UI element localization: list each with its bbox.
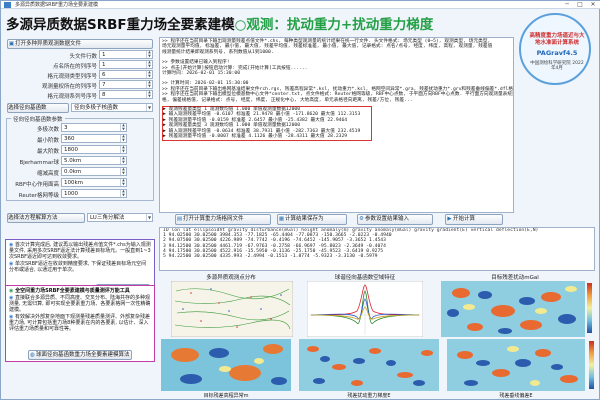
- gradient-svg: [299, 339, 439, 391]
- rbf-type-select[interactable]: 径向多极子核函数 ▼: [71, 103, 153, 112]
- observation-map-svg: [170, 280, 294, 338]
- open-result-button[interactable]: ▤打开计算重力场格网文件: [175, 214, 271, 225]
- param-label: Reuter格网等级: [18, 193, 59, 199]
- help-text: 有效解决外部复杂地面下观测量残差质量测评、外部复杂残差重力场, 可计算包括重力场…: [9, 314, 150, 332]
- row-label: 点名所在的列序号: [52, 64, 97, 70]
- algorithm-button[interactable]: ◍球面径向基函数重力场全要素建模算法: [28, 350, 132, 360]
- title-sub: 观测：扰动重力+扰动重力梯度: [246, 17, 434, 33]
- panel-title: 残差垂线偏差E: [499, 393, 533, 399]
- open-result-label: 打开计算重力场格网文件: [183, 216, 244, 222]
- colorbar: [589, 341, 594, 389]
- panel-title: 目标残差高程异常m: [203, 393, 249, 399]
- logo-line1: 高精度重力场逼近与大地水准面计算系统: [529, 33, 585, 46]
- deflection-map: [447, 339, 585, 391]
- folder-icon: ▣: [8, 41, 15, 47]
- logo: 高精度重力场逼近与大地水准面计算系统 PAGravf4.5 中国测绘科学研究院 …: [519, 13, 591, 85]
- bjerhammar-input[interactable]: 5.0km ▲ ▼: [61, 156, 127, 165]
- residual-gravity-map: [441, 281, 585, 337]
- close-button[interactable]: ✕: [587, 1, 599, 9]
- result-table[interactable]: ID lon lat ellipsoidht gravity disturban…: [159, 227, 595, 271]
- type-col-input[interactable]: 6 ▲ ▼: [99, 70, 153, 79]
- rbf-kernel-svg: [306, 280, 424, 338]
- gradient-map: [299, 339, 439, 391]
- colorbar: [587, 283, 592, 333]
- minimize-button[interactable]: ─: [561, 1, 573, 9]
- maximize-button[interactable]: □: [574, 1, 586, 9]
- residual-gravity-svg: [441, 281, 585, 337]
- param-label: 缩减高度: [36, 171, 59, 177]
- reduce-height-input[interactable]: 0.0km ▲ ▼: [61, 167, 127, 176]
- height-anomaly-svg: [161, 339, 291, 391]
- gear-icon: ⚙: [359, 216, 364, 222]
- param-label: Bjerhammar球: [19, 160, 59, 166]
- params-input-label: 参数设置结果输入: [365, 216, 410, 222]
- app-icon: [4, 2, 11, 8]
- open-data-label: 打开多种异质观测数据文件: [15, 41, 82, 47]
- folder-icon: ▤: [176, 216, 183, 222]
- help-text: 单次SRBF逼近在收敛到精度要求, 下保证残差目标场元空间分布或适合, 以通过用…: [9, 261, 147, 273]
- start-compute-button[interactable]: ▶开始计算: [445, 214, 503, 225]
- row-label: 格元观测类型列序号: [47, 74, 97, 80]
- multipole-order-input[interactable]: 3 ▲ ▼: [61, 123, 127, 132]
- start-compute-label: 开始计算: [453, 216, 476, 222]
- help-text: 首次计算完成后, 建议再以输出残差点值文件*.chs为输入观测量文件, 采用多次…: [9, 242, 151, 260]
- series-col-input[interactable]: 8 ▲ ▼: [99, 90, 153, 99]
- param-label: 最小阶数: [36, 138, 59, 144]
- height-anomaly-map: [161, 339, 291, 391]
- rbf-kernel-plot: [306, 280, 424, 338]
- param-group-title: 径向径向基函数参数: [11, 115, 65, 123]
- row-label: 格元观测系列号序号: [47, 94, 97, 100]
- stats-block: ▶ 观测残差量类型 1 观测数均值 1.000 单值观测量数据12000 ▶ 输…: [162, 106, 372, 141]
- title-sep: ○: [234, 17, 247, 33]
- logo-version: PAGravf4.5: [536, 49, 578, 57]
- globe-icon: ◍: [30, 352, 35, 358]
- globe-icon: ◉: [9, 288, 14, 294]
- stats-line: ▶ 残差观测量平均值 -0.0007 标准差 4.1126 最小值 -28.43…: [163, 134, 348, 140]
- solver-select[interactable]: LU三角分解法 ▼: [87, 213, 153, 222]
- reuter-level-input[interactable]: 1000 ▲ ▼: [61, 189, 127, 198]
- row-label: 头文件行数: [69, 54, 97, 60]
- param-label: RBF中心作用面高: [15, 182, 59, 188]
- param-label: 最大阶数: [36, 149, 59, 155]
- weight-col-input[interactable]: 7 ▲ ▼: [99, 80, 153, 89]
- max-degree-input[interactable]: 1800 ▲ ▼: [61, 145, 127, 154]
- panel-title: 球谐径向基函数空域特征: [334, 275, 396, 281]
- select-solver-button[interactable]: 选择法方程解算方法: [7, 213, 85, 223]
- panel-title: 残差扰动重力梯度E: [347, 393, 391, 399]
- help-title: 全空间重力场SRBF全要素建模与质量测评万能工具: [15, 288, 130, 294]
- title-bar: 多源异质数据SRBF重力场全要素建模 ─ □ ✕: [1, 1, 600, 9]
- window-title: 多源异质数据SRBF重力场全要素建模: [15, 2, 98, 8]
- help-box-tool: ◉ 全空间重力场SRBF全要素建模与质量测评万能工具 ◉ 直接联合多源异质、不同…: [5, 285, 155, 362]
- app-window: 多源异质数据SRBF重力场全要素建模 ─ □ ✕ 多源异质数据SRBF重力场全要…: [0, 0, 600, 400]
- param-label: 多极次数: [36, 127, 59, 133]
- observation-map: [170, 280, 294, 338]
- panel-title: 多源异质观测点分布: [206, 275, 256, 281]
- select-rbf-button[interactable]: 选择径向基函数: [7, 103, 69, 113]
- save-icon: ▦: [278, 216, 285, 222]
- panel-title: 目标残差扰动mGal: [491, 275, 539, 281]
- logo-org: 中国测绘科学研究院 2022年4月: [530, 61, 584, 71]
- page-title: 多源异质数据SRBF重力场全要素建模○观测：扰动重力+扰动重力梯度: [6, 13, 433, 33]
- output-console[interactable]: >> 程序还在当前目录下输出观测量残差点值文件*.chs, 每种类型观测量的统计…: [159, 37, 514, 213]
- table-row: 5 94.22500 30.02500 4335.993 -2.4994 -0.…: [163, 254, 378, 260]
- row-label: 观测量权所在的列序号: [41, 84, 97, 90]
- console-line: >> 程序还在当前目录下输出模型位模基数中心文件*center.txt, 点文件…: [162, 92, 514, 98]
- save-log-label: 计算结果保存为: [285, 216, 324, 222]
- algorithm-label: 球面径向基函数重力场全要素建模算法: [36, 352, 130, 358]
- params-input-button[interactable]: ⚙参数设置结果输入: [357, 214, 433, 225]
- open-data-button[interactable]: ▣打开多种异质观测数据文件: [7, 39, 153, 49]
- deflection-svg: [447, 339, 585, 391]
- header-lines-input[interactable]: 1 ▲ ▼: [99, 50, 153, 59]
- save-log-button[interactable]: ▦计算结果保存为: [277, 214, 347, 225]
- help-text: 直接联合多源异质、不同高度、交叉分布、陆海共存的多种观测量, 无需归算, 即可实…: [9, 295, 151, 313]
- play-icon: ▶: [447, 216, 452, 222]
- name-col-input[interactable]: 1 ▲ ▼: [99, 60, 153, 69]
- center-height-input[interactable]: 100km ▲ ▼: [61, 178, 127, 187]
- min-degree-input[interactable]: 360 ▲ ▼: [61, 134, 127, 143]
- title-main: 多源异质数据SRBF重力场全要素建模: [6, 17, 235, 33]
